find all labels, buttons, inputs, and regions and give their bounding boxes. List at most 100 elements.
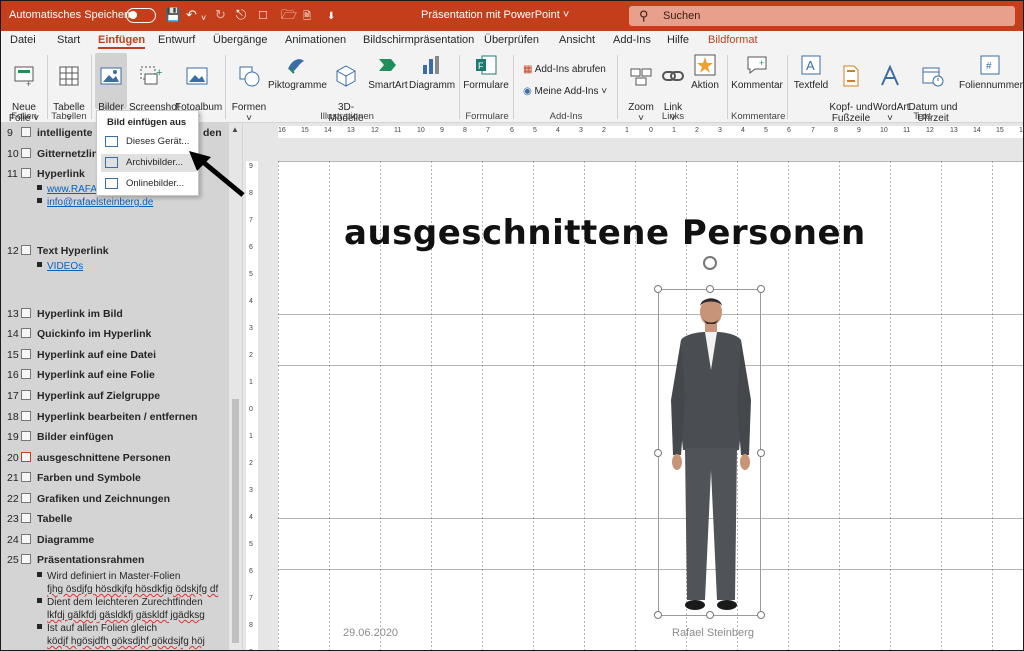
menu-item-stock-images[interactable]: Archivbilder... [101, 154, 196, 172]
outline-slide-16[interactable]: 16 Hyperlink auf eine Folie [7, 369, 155, 381]
menu-item-online-images[interactable]: Onlinebilder... [101, 175, 196, 193]
outline-scrollbar[interactable]: ▲ [229, 123, 242, 650]
tab-einfuegen[interactable]: Einfügen [98, 34, 146, 49]
link-icon [661, 64, 685, 88]
outline-slide-20[interactable]: 20 ausgeschnittene Personen [7, 452, 171, 464]
ruler-tick-label: 16 [278, 127, 286, 134]
document-title[interactable]: Präsentation mit PowerPoint ˅ [421, 9, 569, 21]
outline-slide-15[interactable]: 15 Hyperlink auf eine Datei [7, 349, 156, 361]
svg-text:F: F [478, 61, 484, 71]
rotate-handle[interactable] [703, 256, 717, 270]
slide-title[interactable]: ausgeschnittene Personen [344, 213, 866, 253]
tab-bildschirmpraesentation[interactable]: Bildschirmpräsentation [363, 34, 474, 46]
svg-text:#: # [986, 61, 992, 72]
resize-handle-right[interactable] [757, 449, 765, 457]
slide-author[interactable]: Rafael Steinberg [672, 627, 754, 639]
search-placeholder: Suchen [663, 10, 701, 22]
undo-dropdown-icon[interactable]: ˅ [201, 10, 206, 26]
get-add-ins-button[interactable]: ▦ Add-Ins abrufen [523, 64, 606, 75]
header-footer-button[interactable]: Kopf- und Fußzeile [829, 53, 873, 124]
outline-slide-12[interactable]: 12 Text Hyperlink [7, 245, 109, 257]
tab-ansicht[interactable]: Ansicht [559, 34, 595, 46]
forms-button[interactable]: F Formulare [463, 53, 509, 91]
tab-ueberpruefen[interactable]: Überprüfen [484, 34, 539, 46]
slide-number-button[interactable]: # Foliennummer [959, 53, 1023, 91]
customize-qat-icon[interactable]: ⬇ [327, 9, 335, 25]
group-links: Links [661, 111, 685, 122]
outline-slide-11[interactable]: 11 Hyperlink [7, 168, 85, 180]
resize-handle-top[interactable] [706, 285, 714, 293]
person-picture[interactable] [654, 256, 765, 619]
pictures-button[interactable]: Bilder ˅ [95, 53, 127, 124]
outline-slide-19[interactable]: 19 Bilder einfügen [7, 431, 113, 443]
comment-button[interactable]: + Kommentar [731, 53, 783, 91]
outline-slide-18[interactable]: 18 Hyperlink bearbeiten / entfernen [7, 411, 197, 423]
my-add-ins-button[interactable]: ◉ Meine Add-Ins ˅ [523, 86, 607, 97]
tab-datei[interactable]: Datei [10, 34, 36, 46]
chart-icon [419, 53, 443, 77]
resize-handle-bottom-left[interactable] [654, 611, 662, 619]
chart-button[interactable]: Diagramm [409, 53, 455, 91]
redo-icon[interactable]: ↻ [215, 7, 226, 23]
outline-bullet-continuation: fjhg ösdjfg hösdkjfg hösdkfjg ödskjfg df [47, 584, 219, 595]
resize-handle-left[interactable] [654, 449, 662, 457]
ruler-tick-label: 1 [249, 379, 253, 386]
photo-album-icon [185, 64, 209, 88]
vertical-ruler: 9876543210123456789 [246, 161, 258, 650]
search-box[interactable]: ⚲ Suchen [629, 6, 1015, 26]
save-as-icon[interactable]: 🗎 [303, 9, 311, 25]
action-button[interactable]: Aktion [689, 53, 721, 91]
ruler-tick-label: 7 [486, 127, 490, 134]
outline-slide-22[interactable]: 22 Grafiken und Zeichnungen [7, 493, 170, 505]
outline-slide-10[interactable]: 10 Gitternetzlini [7, 148, 101, 160]
scrollbar-thumb[interactable] [232, 399, 239, 643]
outline-slide-14[interactable]: 14 Quickinfo im Hyperlink [7, 328, 151, 340]
save-icon[interactable]: 💾 [165, 7, 181, 23]
resize-handle-bottom[interactable] [706, 611, 714, 619]
undo-icon[interactable]: ↶ [186, 7, 197, 23]
zoom-button[interactable]: Zoom ˅ [623, 53, 659, 124]
textbox-button[interactable]: A Textfeld [791, 53, 831, 91]
tab-uebergaenge[interactable]: Übergänge [213, 34, 267, 46]
outline-slide-23[interactable]: 23 Tabelle [7, 513, 72, 525]
videos-link[interactable]: VIDEOs [47, 261, 83, 272]
outline-slide-25[interactable]: 25 Präsentationsrahmen [7, 554, 144, 566]
tab-hilfe[interactable]: Hilfe [667, 34, 689, 46]
tab-start[interactable]: Start [57, 34, 80, 46]
annotation-arrow-icon [189, 151, 245, 197]
smartart-button[interactable]: SmartArt [368, 53, 408, 91]
person-cutout-image [671, 298, 751, 610]
ruler-tick-label: 5 [249, 271, 253, 278]
outline-slide-9[interactable]: 9 intelligente Fden [7, 127, 222, 139]
ruler-tick-label: 4 [556, 127, 560, 134]
resize-handle-top-left[interactable] [654, 285, 662, 293]
outline-slide-21[interactable]: 21 Farben und Symbole [7, 472, 141, 484]
ruler-tick-label: 8 [834, 127, 838, 134]
tab-add-ins[interactable]: Add-Ins [613, 34, 651, 46]
ruler-tick-label: 9 [857, 127, 861, 134]
new-icon[interactable]: □ [259, 7, 267, 23]
autosave-toggle[interactable] [126, 8, 156, 23]
shapes-button[interactable]: Formen ˅ [231, 53, 267, 124]
slide-canvas[interactable]: ausgeschnittene Personen 29.06.2020 Rafa… [278, 161, 1023, 650]
tab-bildformat[interactable]: Bildformat [708, 34, 758, 46]
tab-entwurf[interactable]: Entwurf [158, 34, 195, 46]
menu-item-this-device[interactable]: Dieses Gerät... [101, 133, 196, 151]
resize-handle-top-right[interactable] [757, 285, 765, 293]
wordart-button[interactable]: WordArt ˅ [873, 53, 910, 124]
outline-slide-13[interactable]: 13 Hyperlink im Bild [7, 308, 123, 320]
action-star-icon [693, 53, 717, 77]
resize-handle-bottom-right[interactable] [757, 611, 765, 619]
email-link[interactable]: info@rafaelsteinberg.de [47, 197, 153, 208]
present-icon[interactable]: ⎋ [236, 7, 246, 23]
outline-slide-24[interactable]: 24 Diagramme [7, 534, 94, 546]
slide-date[interactable]: 29.06.2020 [343, 627, 398, 639]
open-icon[interactable]: 🗁 [281, 7, 297, 23]
ruler-tick-label: 3 [579, 127, 583, 134]
outline-bullet-continuation: ködjf hgösjdfh göksdjhf gökdsjfg höj [47, 636, 205, 647]
scroll-up-icon[interactable]: ▲ [231, 125, 239, 134]
ruler-tick-label: 8 [249, 622, 253, 629]
icons-button[interactable]: Piktogramme [268, 53, 327, 91]
outline-slide-17[interactable]: 17 Hyperlink auf Zielgruppe [7, 390, 160, 402]
tab-animationen[interactable]: Animationen [285, 34, 346, 46]
